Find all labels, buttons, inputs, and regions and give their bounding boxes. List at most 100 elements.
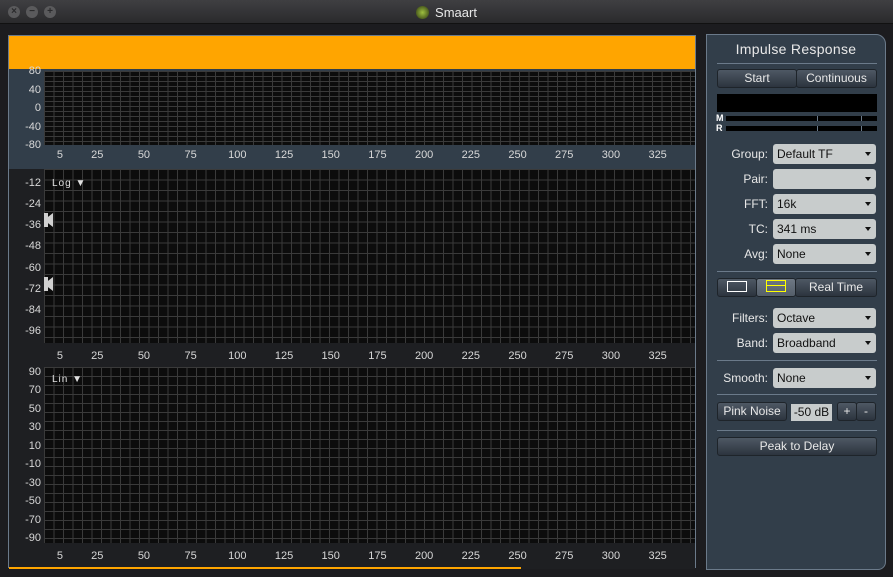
avg-label: Avg:	[744, 247, 768, 261]
divider	[717, 394, 877, 395]
x-tick-label: 200	[414, 550, 434, 562]
split-pane-button[interactable]	[756, 278, 796, 297]
x-tick-label: 225	[461, 350, 481, 362]
y-tick-label: 40	[28, 83, 41, 96]
start-button[interactable]: Start	[717, 69, 797, 88]
x-tick-label: 100	[228, 149, 247, 161]
avg-select[interactable]: None	[773, 244, 876, 264]
x-tick-label: 150	[321, 350, 340, 362]
smaart-logo-icon	[416, 6, 430, 19]
lin-plot[interactable]	[44, 367, 695, 543]
caret-down-icon	[865, 202, 871, 206]
level-plus-button[interactable]: +	[837, 402, 857, 421]
x-tick-label: 300	[601, 350, 621, 362]
x-tick-label: 175	[368, 350, 387, 362]
caret-down-icon	[865, 316, 871, 320]
x-tick-label: 100	[228, 350, 247, 362]
dropdown-triangle-icon: ▼	[72, 374, 84, 385]
x-tick-label: 250	[508, 149, 527, 161]
band-select[interactable]: Broadband	[773, 333, 876, 353]
x-tick-label: 200	[414, 149, 434, 161]
lin-pane[interactable]: Lin ▼ 5 25 50 75 100 125 150 175 200 225 250 275 300…	[9, 366, 695, 569]
tc-select[interactable]: 341 ms	[773, 219, 876, 239]
lin-scale-label: Lin	[52, 374, 69, 385]
pink-noise-button[interactable]: Pink Noise	[717, 402, 787, 421]
x-tick-label: 100	[228, 550, 247, 562]
single-pane-button[interactable]	[717, 278, 757, 297]
x-tick-label: 325	[648, 550, 667, 562]
meter-r-label: R	[716, 123, 723, 133]
fft-value: 16k	[777, 197, 797, 211]
filters-select[interactable]: Octave	[773, 308, 876, 328]
continuous-button[interactable]: Continuous	[796, 69, 877, 88]
lin-scale-dropdown[interactable]: Lin ▼	[52, 374, 83, 385]
x-tick-label: 125	[274, 149, 294, 161]
fft-select[interactable]: 16k	[773, 194, 876, 214]
divider	[717, 360, 877, 361]
divider	[717, 63, 877, 64]
y-tick-label: -60	[25, 261, 41, 274]
x-tick-label: 75	[184, 350, 197, 362]
filters-label: Filters:	[732, 311, 768, 325]
tc-label: TC:	[748, 222, 768, 236]
y-tick-label: 10	[28, 439, 41, 452]
real-time-button[interactable]: Real Time	[795, 278, 877, 297]
avg-value: None	[777, 247, 806, 261]
y-tick-label: 80	[28, 65, 41, 77]
x-tick-label: 300	[601, 149, 621, 161]
upper-threshold-marker[interactable]	[44, 213, 53, 227]
y-tick-label: -84	[25, 303, 41, 316]
pair-select[interactable]	[773, 169, 876, 189]
x-tick-label: 175	[368, 550, 387, 562]
x-tick-label: 25	[91, 149, 104, 161]
y-tick-label: -70	[25, 513, 41, 526]
x-tick-label: 50	[137, 350, 151, 362]
live-pane[interactable]: 5 25 50 75 100 125 150 175 200 225 250 275 300 325 80 4…	[9, 65, 695, 169]
window-title: Smaart	[0, 5, 893, 20]
smooth-value: None	[777, 371, 806, 385]
y-tick-label: -10	[25, 458, 41, 471]
x-tick-label: 200	[414, 350, 434, 362]
y-tick-label: -36	[25, 219, 41, 232]
x-tick-label: 250	[508, 550, 527, 562]
log-scale-dropdown[interactable]: Log ▼	[52, 178, 86, 189]
log-pane[interactable]: Log ▼ 5 25 50 75 100 125 150 175 200 225 250 275 300…	[9, 169, 695, 367]
x-tick-label: 50	[137, 550, 151, 562]
tc-value: 341 ms	[777, 222, 817, 236]
x-tick-label: 275	[555, 350, 574, 362]
x-tick-label: 5	[56, 550, 63, 562]
filters-value: Octave	[777, 311, 816, 325]
x-tick-label: 25	[91, 350, 104, 362]
live-plot[interactable]	[44, 71, 695, 145]
y-tick-label: -24	[25, 198, 41, 211]
level-minus-button[interactable]: -	[856, 402, 876, 421]
lower-threshold-marker[interactable]	[44, 277, 53, 291]
y-tick-label: -80	[25, 139, 41, 151]
single-pane-icon	[727, 281, 747, 292]
x-tick-label: 5	[56, 350, 63, 362]
x-tick-label: 150	[321, 550, 340, 562]
y-tick-label: -90	[25, 532, 41, 544]
group-select[interactable]: Default TF	[773, 144, 876, 164]
smooth-label: Smooth:	[723, 371, 768, 385]
smooth-select[interactable]: None	[773, 368, 876, 388]
log-plot[interactable]	[44, 169, 695, 343]
divider	[717, 430, 877, 431]
x-tick-label: 300	[601, 550, 621, 562]
meter-m-bar	[726, 116, 877, 121]
caret-down-icon	[865, 227, 871, 231]
signal-bar	[9, 36, 695, 69]
meter-m-label: M	[716, 113, 724, 123]
y-tick-label: 90	[28, 366, 41, 378]
caret-down-icon	[865, 177, 871, 181]
x-tick-label: 275	[555, 149, 574, 161]
meter-r-bar	[726, 126, 877, 131]
caret-down-icon	[865, 376, 871, 380]
y-tick-label: -72	[25, 282, 41, 295]
peak-to-delay-button[interactable]: Peak to Delay	[717, 437, 877, 456]
x-tick-label: 150	[321, 149, 340, 161]
y-tick-label: -48	[25, 240, 41, 253]
pink-noise-level[interactable]: -50 dB	[791, 404, 832, 421]
x-tick-label: 125	[274, 550, 294, 562]
x-tick-label: 75	[184, 550, 197, 562]
